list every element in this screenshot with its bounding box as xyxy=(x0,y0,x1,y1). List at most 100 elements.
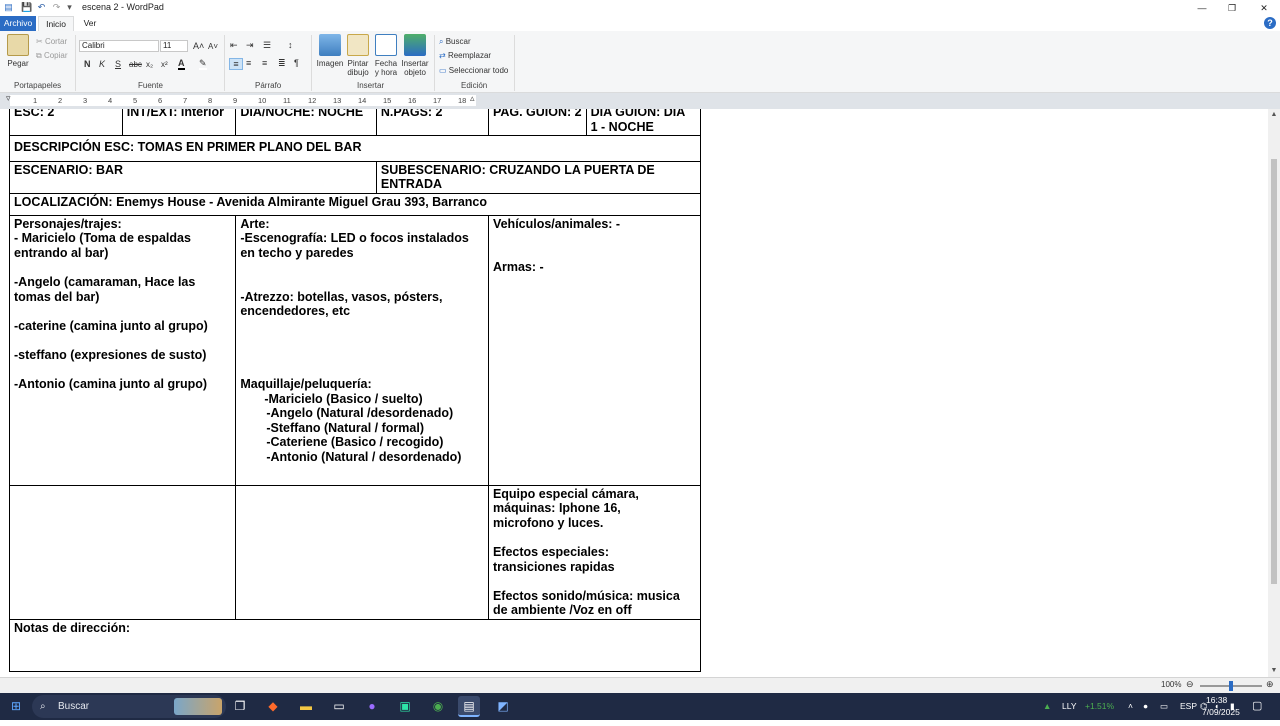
brave-browser-icon[interactable]: ◆ xyxy=(262,696,284,717)
zoom-in-icon[interactable]: ⊕ xyxy=(1266,679,1274,690)
armas-line: Armas: - xyxy=(492,260,544,275)
tab-inicio[interactable]: Inicio xyxy=(38,16,74,31)
decrease-indent-icon[interactable]: ⇤ xyxy=(230,40,238,51)
align-center-icon[interactable]: ≡ xyxy=(246,58,251,68)
justify-icon[interactable]: ≣ xyxy=(278,58,286,69)
tab-ver[interactable]: Ver xyxy=(76,16,104,31)
group-divider xyxy=(224,35,225,91)
close-button[interactable]: ✕ xyxy=(1250,0,1278,16)
equipo-cell[interactable]: Equipo especial cámara, máquinas: Iphone… xyxy=(487,484,702,620)
superscript-button[interactable]: x² xyxy=(161,60,168,69)
taskbar-search[interactable]: ⌕ Buscar xyxy=(32,695,226,718)
zoom-slider-thumb[interactable] xyxy=(1229,681,1233,691)
font-size-select[interactable]: 11 xyxy=(160,40,188,52)
escenario-cell[interactable]: ESCENARIO: BAR xyxy=(9,160,377,194)
stock-trend-icon[interactable]: ▲ xyxy=(1043,693,1051,720)
date-time-button[interactable]: Fecha y hora xyxy=(373,34,399,77)
paste-button[interactable]: Pegar xyxy=(6,34,30,68)
empty-cell[interactable] xyxy=(235,484,489,620)
select-all-button[interactable]: ▭ Seleccionar todo xyxy=(439,66,508,75)
zoom-out-icon[interactable]: ⊖ xyxy=(1186,679,1194,690)
undo-icon[interactable]: ↶ xyxy=(36,2,47,13)
tab-archivo[interactable]: Archivo xyxy=(0,16,36,31)
strikethrough-button[interactable]: abc xyxy=(129,60,142,69)
ruler[interactable]: ▿ 1 2 3 4 5 6 7 8 9 10 11 12 13 14 15 16… xyxy=(0,93,1280,109)
personajes-line: tomas del bar) xyxy=(14,289,100,304)
language-indicator[interactable]: ESP xyxy=(1180,693,1197,720)
replace-button[interactable]: ⇄ Reemplazar xyxy=(439,51,491,60)
int-ext-cell[interactable]: INT/EXT: Interior xyxy=(121,109,237,137)
folder-icon[interactable]: ▭ xyxy=(328,696,350,717)
minimize-button[interactable]: — xyxy=(1188,0,1216,16)
empty-cell[interactable] xyxy=(8,484,237,620)
task-view-icon[interactable]: ❐ xyxy=(229,696,251,717)
find-button[interactable]: ⌕ Buscar xyxy=(439,37,471,47)
tray-overflow-icon[interactable]: ˄ xyxy=(1128,693,1133,720)
microphone-icon[interactable]: ● xyxy=(1143,693,1148,720)
insert-image-button[interactable]: Imagen xyxy=(315,34,345,68)
pag-guion-cell[interactable]: PAG. GUION: 2 xyxy=(487,109,587,137)
increase-indent-icon[interactable]: ⇥ xyxy=(246,40,254,51)
dia-guion-cell[interactable]: DIA GUION: DIA 1 - NOCHE xyxy=(585,109,702,137)
personajes-line: -Angelo (camaraman, Hace las xyxy=(14,274,196,289)
align-right-icon[interactable]: ≡ xyxy=(262,58,267,68)
descripcion-cell[interactable]: DESCRIPCIÓN ESC: TOMAS EN PRIMER PLANO D… xyxy=(9,135,701,162)
right-indent-marker[interactable]: ▵ xyxy=(470,93,475,104)
first-line-indent-marker[interactable]: ▿ xyxy=(6,93,11,104)
subscript-button[interactable]: x₂ xyxy=(146,60,153,69)
copy-button[interactable]: ⧉ Copiar xyxy=(36,51,68,61)
wordpad-taskbar-icon[interactable]: ▤ xyxy=(458,696,480,717)
esc-cell[interactable]: ESC: 2 xyxy=(9,109,123,137)
line-spacing-icon[interactable]: ↕ xyxy=(288,40,293,50)
text-color-icon[interactable]: A xyxy=(178,58,185,70)
paint-drawing-button[interactable]: Pintar dibujo xyxy=(345,34,371,77)
notification-icon[interactable]: ▢ xyxy=(1252,693,1262,720)
font-family-select[interactable]: Calibri xyxy=(79,40,159,52)
localizacion-cell[interactable]: LOCALIZACIÓN: Enemys House - Avenida Alm… xyxy=(9,192,701,216)
align-left-icon[interactable]: ≡ xyxy=(229,58,243,70)
cut-button[interactable]: ✂ Cortar xyxy=(36,37,67,46)
table-row: Notas de dirección: xyxy=(9,618,701,672)
document-area[interactable]: ESC: 2 INT/EXT: Interior DIA/NOCHE: NOCH… xyxy=(0,109,1268,677)
help-icon[interactable]: ? xyxy=(1264,17,1276,29)
maquillaje-line: -Angelo (Natural /desordenado) xyxy=(266,406,454,421)
maximize-button[interactable]: ❐ xyxy=(1218,0,1246,16)
redo-icon[interactable]: ↷ xyxy=(51,2,62,13)
network-icon[interactable]: ▭ xyxy=(1160,693,1168,720)
scroll-up-icon[interactable]: ▲ xyxy=(1268,109,1280,121)
npags-cell[interactable]: N.PAGS: 2 xyxy=(375,109,489,137)
discord-icon[interactable]: ● xyxy=(361,696,383,717)
scroll-down-icon[interactable]: ▼ xyxy=(1268,665,1280,677)
personajes-cell[interactable]: Personajes/trajes: - Maricielo (Toma de … xyxy=(8,214,237,486)
underline-button[interactable]: S xyxy=(115,59,121,69)
script-breakdown-table: ESC: 2 INT/EXT: Interior DIA/NOCHE: NOCH… xyxy=(8,109,702,672)
insert-object-button[interactable]: Insertar objeto xyxy=(400,34,430,77)
scroll-thumb[interactable] xyxy=(1271,159,1277,584)
wordpad-app-icon[interactable]: ▤ xyxy=(3,2,14,13)
app-icon[interactable]: ◩ xyxy=(492,696,514,717)
bullet-list-icon[interactable]: ☰ xyxy=(263,40,271,51)
customize-quick-access-icon[interactable]: ▾ xyxy=(64,2,75,13)
arte-cell[interactable]: Arte: -Escenografía: LED o focos instala… xyxy=(235,214,489,486)
stock-ticker[interactable]: LLY xyxy=(1062,693,1077,720)
file-explorer-icon[interactable]: ▬ xyxy=(295,696,317,717)
notas-cell[interactable]: Notas de dirección: xyxy=(9,618,701,672)
vertical-scrollbar[interactable]: ▲ ▼ xyxy=(1268,109,1280,677)
paragraph-dialog-icon[interactable]: ¶ xyxy=(294,58,299,68)
save-icon[interactable]: 💾 xyxy=(21,2,32,13)
subescenario-cell[interactable]: SUBESCENARIO: CRUZANDO LA PUERTA DE ENTR… xyxy=(375,160,702,194)
italic-button[interactable]: K xyxy=(99,59,105,69)
windows-start-icon[interactable]: ⊞ xyxy=(5,696,27,717)
shrink-font-icon[interactable]: A˅ xyxy=(208,42,218,51)
title-bar: ▤ 💾 ↶ ↷ ▾ escena 2 - WordPad — ❐ ✕ xyxy=(0,0,1280,16)
bold-button[interactable]: N xyxy=(84,59,91,69)
dia-noche-cell[interactable]: DIA/NOCHE: NOCHE xyxy=(235,109,377,137)
chrome-icon[interactable]: ◉ xyxy=(427,696,449,717)
grow-font-icon[interactable]: A˄ xyxy=(193,41,204,51)
highlight-color-icon[interactable]: ✎ xyxy=(199,58,207,70)
clock-date[interactable]: 7/09/2025 xyxy=(1202,699,1240,726)
app-icon[interactable]: ▣ xyxy=(394,696,416,717)
vehiculos-cell[interactable]: Vehículos/animales: - Armas: - xyxy=(487,214,702,486)
